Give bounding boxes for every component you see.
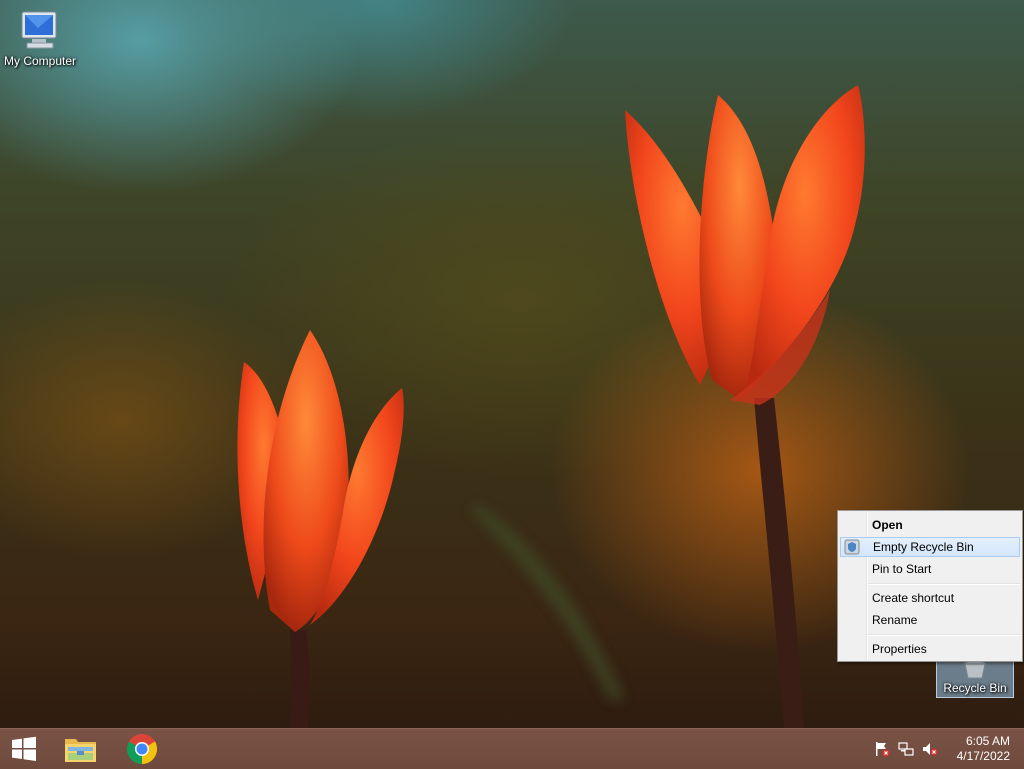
system-tray: 6:05 AM 4/17/2022	[866, 729, 1024, 769]
menu-item-open[interactable]: Open	[840, 515, 1020, 535]
taskbar-clock[interactable]: 6:05 AM 4/17/2022	[940, 734, 1010, 764]
menu-separator	[868, 634, 1020, 636]
menu-separator	[868, 583, 1020, 585]
computer-icon	[21, 11, 57, 49]
clock-date: 4/17/2022	[956, 749, 1010, 763]
menu-item-empty-recycle-bin[interactable]: Empty Recycle Bin	[840, 537, 1020, 557]
menu-item-rename[interactable]: Rename	[840, 610, 1020, 630]
menu-item-label: Rename	[872, 613, 918, 627]
recycle-bin-icon	[963, 660, 987, 679]
menu-item-label: Empty Recycle Bin	[873, 540, 974, 554]
menu-item-pin-to-start[interactable]: Pin to Start	[840, 559, 1020, 579]
context-menu: Open Empty Recycle Bin Pin to Start Crea…	[837, 510, 1023, 662]
menu-item-label: Open	[872, 518, 903, 532]
start-button[interactable]	[0, 729, 52, 769]
menu-item-label: Properties	[872, 642, 927, 656]
desktop-icon-my-computer[interactable]: My Computer	[0, 8, 80, 68]
action-center-flag-icon[interactable]	[874, 741, 890, 757]
desktop-icon-recycle-bin[interactable]: Recycle Bin	[936, 656, 1014, 698]
windows-logo-icon	[12, 736, 36, 761]
shield-icon	[844, 539, 860, 555]
chrome-taskbar-button[interactable]	[117, 729, 167, 769]
taskbar: 6:05 AM 4/17/2022	[0, 728, 1024, 769]
clock-time: 6:05 AM	[965, 734, 1010, 748]
menu-item-create-shortcut[interactable]: Create shortcut	[840, 588, 1020, 608]
chrome-icon	[126, 734, 158, 764]
folder-icon	[65, 739, 96, 762]
volume-muted-icon[interactable]	[922, 741, 938, 757]
network-icon[interactable]	[898, 741, 914, 757]
menu-item-label: Create shortcut	[872, 591, 955, 605]
menu-item-properties[interactable]: Properties	[840, 639, 1020, 659]
desktop-icon-label: My Computer	[3, 54, 77, 68]
menu-item-label: Pin to Start	[872, 562, 932, 576]
file-explorer-taskbar-button[interactable]	[56, 729, 106, 769]
desktop-icon-label: Recycle Bin	[943, 681, 1007, 695]
